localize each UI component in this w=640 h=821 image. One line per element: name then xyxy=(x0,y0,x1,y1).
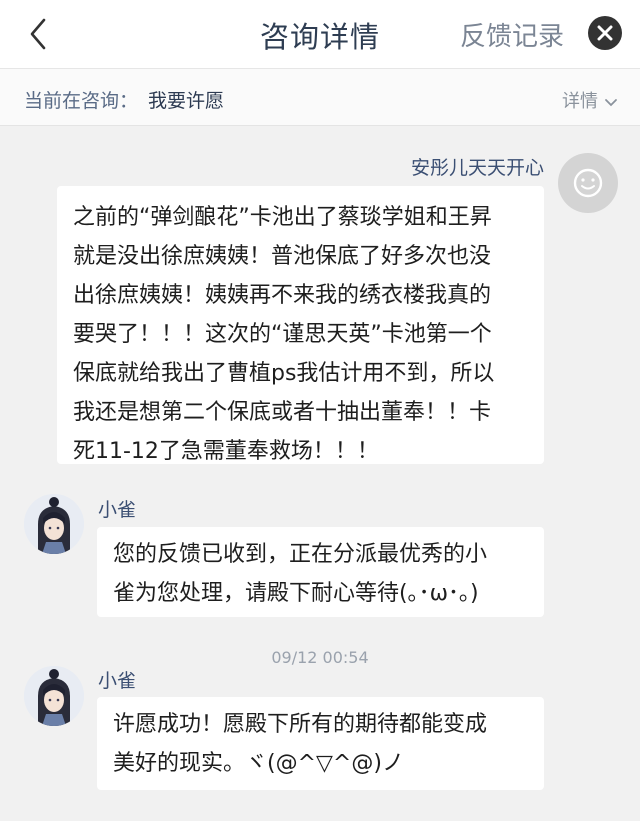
default-avatar-icon[interactable] xyxy=(558,153,618,213)
consult-topic-bar: 当前在咨询： 我要许愿 详情 xyxy=(0,69,640,126)
consult-prefix-label: 当前在咨询： xyxy=(24,90,139,112)
message-line: 保底就给我出了曹植ps我估计用不到，所以 xyxy=(73,361,495,386)
close-button[interactable] xyxy=(588,16,622,50)
message-line: 出徐庶姨姨！姨姨再不来我的绣衣楼我真的 xyxy=(73,283,492,308)
sender-name: 安彤儿天天开心 xyxy=(410,157,544,179)
message-bubble: 您的反馈已收到，正在分派最优秀的小 雀为您处理，请殿下耐心等待(｡･ω･｡) xyxy=(97,527,544,617)
message-line: 雀为您处理，请殿下耐心等待(｡･ω･｡) xyxy=(113,581,479,606)
message-line: 要哭了！！！这次的“谨思天英”卡池第一个 xyxy=(73,322,492,347)
message-line: 许愿成功！愿殿下所有的期待都能变成 xyxy=(113,712,488,737)
message-line: 美好的现实。ヾ(@^▽^@)ノ xyxy=(113,751,404,776)
close-icon xyxy=(597,25,613,41)
feedback-records-link[interactable]: 反馈记录 xyxy=(460,16,564,53)
detail-toggle[interactable]: 详情 xyxy=(562,87,618,113)
top-bar: 咨询详情 反馈记录 xyxy=(0,0,640,69)
consult-topic: 我要许愿 xyxy=(148,90,225,112)
message-line: 之前的“弹剑酿花”卡池出了蔡琰学姐和王昇 xyxy=(73,205,492,230)
message-line: 我还是想第二个保底或者十抽出董奉！！卡 xyxy=(73,400,492,425)
character-avatar-icon[interactable] xyxy=(24,494,84,554)
message-bubble: 许愿成功！愿殿下所有的期待都能变成 美好的现实。ヾ(@^▽^@)ノ xyxy=(97,697,544,790)
sender-name: 小雀 xyxy=(98,670,137,692)
message-line: 就是没出徐庶姨姨！普池保底了好多次也没 xyxy=(73,244,492,269)
message-timestamp: 09/12 00:54 xyxy=(271,648,369,667)
chevron-down-icon xyxy=(604,92,618,113)
character-avatar-icon[interactable] xyxy=(24,666,84,726)
sender-name: 小雀 xyxy=(98,499,137,521)
message-line: 您的反馈已收到，正在分派最优秀的小 xyxy=(113,542,488,567)
detail-label: 详情 xyxy=(562,91,598,112)
message-line: 死11-12了急需董奉救场！！！ xyxy=(73,439,379,464)
message-bubble: 之前的“弹剑酿花”卡池出了蔡琰学姐和王昇 就是没出徐庶姨姨！普池保底了好多次也没… xyxy=(57,186,544,464)
